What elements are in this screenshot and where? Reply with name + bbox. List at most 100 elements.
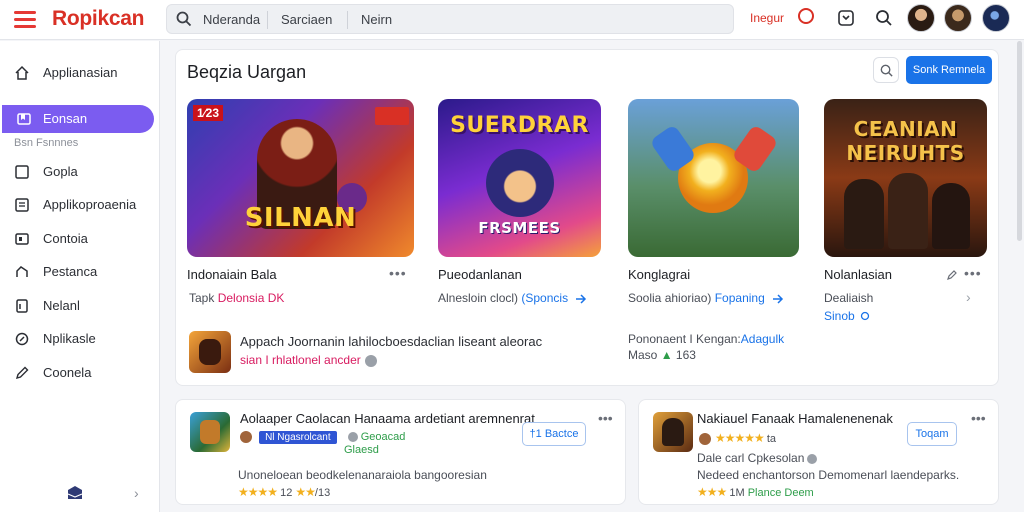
sidebar-item[interactable]: Pestanca	[0, 258, 160, 286]
app-title[interactable]: Pueodanlanan	[438, 267, 522, 282]
note-text: Pononaent I Kengan:Adagulk	[628, 332, 784, 346]
meta-link[interactable]: (Sponcis	[521, 291, 568, 305]
sidebar-item-home[interactable]: Applianasian	[0, 59, 160, 87]
info-icon	[347, 432, 358, 443]
app-title[interactable]: Konglagrai	[628, 267, 690, 282]
chevron-right-icon[interactable]: ›	[134, 485, 139, 501]
top-link[interactable]: Inegur	[750, 11, 784, 25]
more-options-icon[interactable]: •••	[964, 265, 982, 281]
avatar[interactable]	[982, 4, 1010, 32]
meta-link[interactable]: Fopaning	[715, 291, 765, 305]
app-description: Nedeed enchantorson Demomenarl laendepar…	[697, 468, 960, 482]
menu-icon[interactable]	[14, 11, 36, 28]
sidebar-item-label: Applianasian	[43, 65, 118, 80]
square-icon	[15, 165, 29, 179]
search-segment[interactable]: Sarciaen	[281, 12, 332, 27]
scrollbar[interactable]	[1017, 41, 1022, 241]
rating-stars: ★★	[295, 485, 315, 499]
arrow-right-icon[interactable]	[575, 294, 587, 304]
brand-logo[interactable]: Ropikcan	[52, 7, 144, 31]
more-options-icon[interactable]: •••	[598, 410, 613, 426]
leaf-icon: ▲	[660, 348, 676, 362]
meta-text: Tapk	[189, 291, 218, 305]
promo-thumbnail[interactable]	[189, 331, 231, 373]
rating-stars: ★★★	[697, 485, 727, 499]
developer-avatar	[699, 433, 711, 446]
install-button[interactable]: Toqam	[907, 422, 957, 446]
character-figure	[486, 149, 554, 217]
category-badge[interactable]: Nl Ngasrolcant	[259, 431, 337, 444]
app-rating: ★★★ 1M Plance Deem	[697, 485, 814, 499]
inbox-icon[interactable]	[66, 485, 84, 501]
rating-stars: ★★★★	[238, 485, 278, 499]
divider	[267, 11, 268, 29]
app-thumbnail[interactable]	[653, 412, 693, 452]
promo-subtext: sian I rhlatlonel ancder	[240, 353, 377, 367]
rating-text: ta	[766, 433, 777, 445]
sidebar-item[interactable]: Nplikasle	[0, 325, 160, 353]
app-thumbnail[interactable]	[628, 99, 799, 257]
developer-avatar	[240, 431, 252, 444]
primary-button[interactable]: Sonk Remnela	[906, 56, 992, 84]
app-thumbnail[interactable]	[190, 412, 230, 452]
meta-text: Alnesloin clocl)	[438, 291, 522, 305]
chevron-right-icon[interactable]: ›	[966, 289, 971, 305]
sidebar-item-label: Pestanca	[43, 264, 98, 279]
search-icon	[176, 11, 192, 27]
link-icon	[15, 332, 29, 346]
app-meta: Soolia ahioriao) Fopaning	[628, 291, 784, 305]
sidebar-item-label: Nelanl	[43, 298, 80, 313]
note-prefix: Pononaent I Kengan:	[628, 332, 741, 346]
search-segment[interactable]: Neirn	[361, 12, 392, 27]
info-icon[interactable]	[364, 354, 377, 367]
app-badges: Nl Ngasrolcant Geoacad	[240, 431, 405, 444]
sidebar-item-active[interactable]: Eonsan	[2, 105, 154, 133]
note-link[interactable]: Adagulk	[741, 332, 784, 346]
rating-value: 12	[280, 487, 293, 499]
app-list-card[interactable]: Aolaaper Caolacan Hanaama ardetiant arem…	[175, 399, 626, 505]
thumb-title: SUERDRAR	[450, 113, 589, 138]
sidebar: Applianasian Eonsan Bsn Fsnnnes Gopla Ap…	[0, 41, 160, 512]
note-label: Maso	[628, 348, 661, 362]
app-title[interactable]: Nakiauel Fanaak Hamalenenenak	[697, 411, 893, 426]
panel-search-button[interactable]	[873, 57, 899, 83]
bookmark-icon	[17, 113, 31, 125]
thumb-subtitle: NEIRUHTS	[846, 141, 965, 165]
search-segment[interactable]: Nderanda	[203, 12, 260, 27]
note-value: 163	[675, 348, 696, 362]
edit-icon[interactable]	[946, 269, 958, 281]
install-button[interactable]: †1 Bactce	[522, 422, 586, 446]
sidebar-item[interactable]: Contoia	[0, 225, 160, 253]
info-icon[interactable]	[807, 453, 818, 464]
arrow-right-icon[interactable]	[772, 294, 784, 304]
promo-subtext-label: sian I rhlatlonel ancder	[240, 353, 361, 367]
meta-highlight[interactable]: Delonsia	[218, 291, 265, 305]
thumb-tag: 1⁄23	[193, 105, 224, 121]
notification-icon[interactable]	[836, 8, 856, 28]
app-meta-link[interactable]: Sinob	[824, 309, 855, 323]
more-options-icon[interactable]: •••	[971, 410, 986, 426]
search-icon[interactable]	[874, 8, 894, 28]
pencil-icon	[15, 366, 29, 380]
app-title[interactable]: Nolanlasian	[824, 267, 892, 282]
sidebar-item-label: Eonsan	[43, 111, 88, 126]
app-title[interactable]: Indonaiain Bala	[187, 267, 277, 282]
avatar[interactable]	[944, 4, 972, 32]
sidebar-item[interactable]: Nelanl	[0, 292, 160, 320]
app-list-card[interactable]: Nakiauel Fanaak Hamalenenenak ••• ★★★★★ …	[638, 399, 999, 505]
app-title[interactable]: Aolaaper Caolacan Hanaama ardetiant arem…	[240, 411, 535, 426]
sidebar-item[interactable]: Gopla	[0, 158, 160, 186]
sidebar-item[interactable]: Coonela	[0, 359, 160, 387]
record-icon[interactable]	[798, 8, 814, 24]
app-thumbnail[interactable]: SUERDRAR FRSMEES	[438, 99, 601, 257]
character-figure	[932, 183, 970, 249]
app-thumbnail[interactable]: 1⁄23 SILNAN	[187, 99, 414, 257]
search-bar[interactable]: Nderanda Sarciaen Neirn	[166, 4, 734, 34]
more-options-icon[interactable]: •••	[389, 265, 407, 281]
sidebar-item[interactable]: Applikoproaenia	[0, 191, 160, 219]
character-figure	[662, 418, 684, 446]
avatar[interactable]	[907, 4, 935, 32]
rating-stars: ★★★★★	[715, 431, 765, 445]
character-figure	[200, 420, 220, 444]
app-thumbnail[interactable]: CEANIAN NEIRUHTS	[824, 99, 987, 257]
